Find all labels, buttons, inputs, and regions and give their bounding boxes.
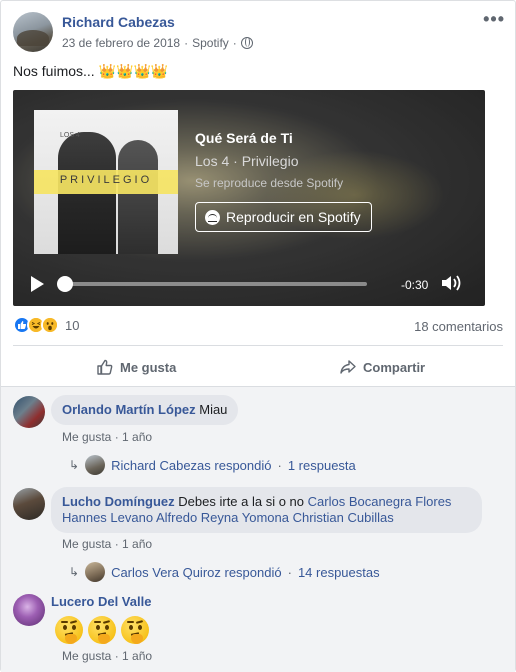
cover-title-text: PRIVILEGIO: [59, 174, 153, 186]
reply-author: Carlos Vera Quiroz respondió: [111, 564, 282, 580]
post-date[interactable]: 23 de febrero de 2018: [62, 36, 180, 50]
cover-figure: [118, 140, 158, 254]
meta-separator: ·: [277, 457, 282, 473]
tagged-user[interactable]: Christian Cubillas: [293, 510, 394, 525]
meta-separator: ·: [287, 564, 292, 580]
comment-meta: Me gusta · 1 año: [62, 430, 152, 444]
meta-separator: ·: [114, 537, 119, 551]
commenter-name[interactable]: Lucho Domínguez: [62, 494, 175, 509]
commenter-avatar[interactable]: [13, 396, 45, 428]
share-button[interactable]: Compartir: [339, 358, 425, 376]
reply-arrow-icon: ↳: [69, 565, 80, 579]
meta-separator: ·: [114, 430, 119, 444]
commenter-avatar[interactable]: [13, 594, 45, 626]
author-name[interactable]: Richard Cabezas: [62, 14, 175, 30]
comment-like-link[interactable]: Me gusta: [62, 537, 111, 551]
play-on-spotify-label: Reproducir en Spotify: [226, 209, 361, 225]
comments-count[interactable]: 18 comentarios: [414, 319, 503, 334]
thinking-face-emoji: [88, 616, 116, 644]
comment-meta: Me gusta · 1 año: [62, 649, 152, 663]
seek-bar[interactable]: [65, 282, 367, 286]
share-icon: [340, 360, 356, 374]
thumbs-up-icon: [97, 359, 113, 375]
reply-count: 14 respuestas: [297, 564, 380, 580]
track-info: Qué Será de Ti Los 4 · Privilegio Se rep…: [195, 130, 343, 190]
comment-like-link[interactable]: Me gusta: [62, 430, 111, 444]
commenter-name[interactable]: Orlando Martín López: [62, 402, 196, 417]
reply-avatar: [85, 455, 106, 475]
comment-time[interactable]: 1 año: [122, 537, 152, 551]
author-avatar[interactable]: [13, 12, 53, 52]
tagged-user[interactable]: Hannes Levano: [62, 510, 153, 525]
meta-separator: ·: [114, 649, 119, 663]
like-button[interactable]: Me gusta: [96, 358, 176, 376]
play-icon[interactable]: [31, 276, 44, 292]
comment-text: Debes irte a la si o no: [174, 494, 308, 509]
share-label: Compartir: [363, 359, 426, 375]
comment-text: Miau: [195, 402, 228, 417]
post-card: Richard Cabezas 23 de febrero de 2018 · …: [0, 0, 516, 672]
more-options-icon[interactable]: •••: [483, 9, 505, 30]
reactions-summary[interactable]: 10: [13, 316, 79, 334]
meta-separator: ·: [232, 36, 237, 50]
reply-arrow-icon: ↳: [69, 458, 80, 472]
album-cover[interactable]: LOS 4 PRIVILEGIO: [34, 110, 178, 254]
post-text: Nos fuimos... 👑👑👑👑: [13, 63, 169, 79]
wow-icon: [41, 316, 59, 334]
reply-count: 1 respuesta: [287, 457, 356, 473]
post-source[interactable]: Spotify: [192, 36, 229, 50]
reply-avatar: [85, 562, 106, 582]
spotify-icon: [205, 209, 220, 225]
tagged-user[interactable]: Carlos Bocanegra Flores: [308, 494, 452, 509]
spotify-embed[interactable]: LOS 4 PRIVILEGIO Qué Será de Ti Los 4 · …: [13, 90, 485, 306]
comment-time[interactable]: 1 año: [122, 430, 152, 444]
comment-time[interactable]: 1 año: [122, 649, 152, 663]
time-remaining: -0:30: [401, 278, 429, 292]
track-artist-album: Los 4 · Privilegio: [195, 153, 299, 169]
post-meta: 23 de febrero de 2018 · Spotify ·: [62, 36, 253, 50]
reply-author: Richard Cabezas respondió: [111, 457, 272, 473]
track-source-note: Se reproduce desde Spotify: [195, 176, 344, 190]
like-label: Me gusta: [120, 359, 177, 375]
replies-link[interactable]: ↳ Richard Cabezas respondió · 1 respuest…: [69, 455, 356, 475]
reactions-count[interactable]: 10: [65, 318, 79, 333]
thinking-face-emoji: [55, 616, 83, 644]
seek-handle[interactable]: [57, 276, 73, 292]
cover-artist-text: LOS 4: [60, 132, 80, 139]
tagged-user[interactable]: Alfredo Reyna Yomona: [156, 510, 289, 525]
divider: [13, 345, 503, 346]
play-on-spotify-button[interactable]: Reproducir en Spotify: [195, 202, 372, 232]
replies-link[interactable]: ↳ Carlos Vera Quiroz respondió · 14 resp…: [69, 562, 380, 582]
comment-meta: Me gusta · 1 año: [62, 537, 152, 551]
comment-bubble: Lucho Domínguez Debes irte a la si o no …: [51, 487, 482, 533]
volume-icon[interactable]: [440, 273, 464, 293]
comment-like-link[interactable]: Me gusta: [62, 649, 111, 663]
commenter-avatar[interactable]: [13, 488, 45, 520]
comment-bubble: Orlando Martín López Miau: [51, 395, 239, 425]
thinking-face-emoji: [121, 616, 149, 644]
commenter-name[interactable]: Lucero Del Valle: [51, 594, 151, 609]
meta-separator: ·: [184, 36, 189, 50]
globe-icon[interactable]: [240, 37, 253, 49]
track-title[interactable]: Qué Será de Ti: [195, 130, 293, 146]
